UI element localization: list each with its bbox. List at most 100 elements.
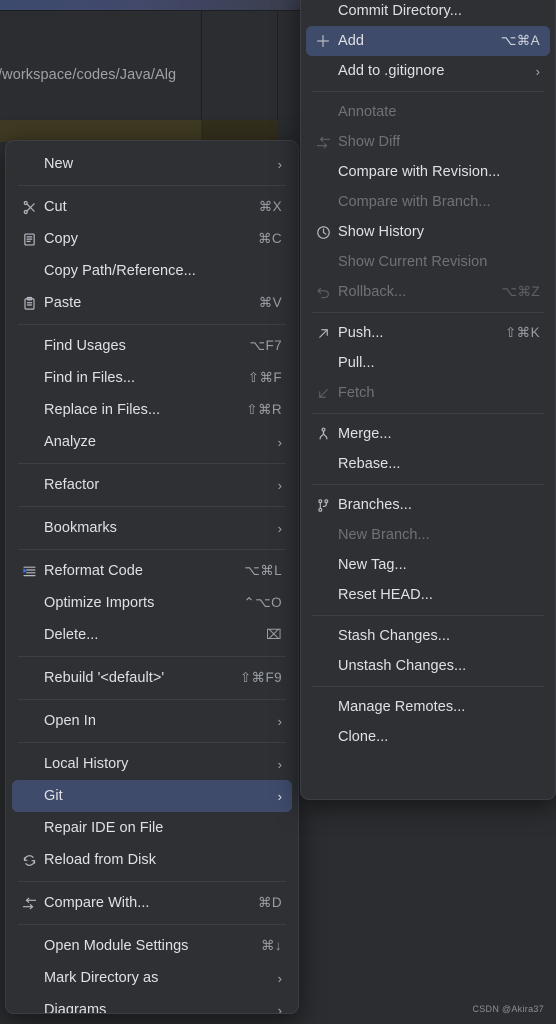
screen: /workspace/codes/Java/Alg CSDN @Akira37 … [0, 0, 556, 1024]
menu-separator [312, 413, 544, 414]
menu-item-label: Git [44, 788, 63, 804]
chevron-right-icon: › [277, 970, 282, 986]
no-icon [312, 2, 334, 20]
menu-item-open-module-settings[interactable]: Open Module Settings ⌘↓ [12, 930, 292, 962]
rollback-icon [312, 283, 334, 301]
menu-item-label: Find in Files... [44, 370, 136, 386]
no-icon [312, 728, 334, 746]
no-icon [18, 476, 40, 494]
menu-item-mark-directory-as[interactable]: Mark Directory as › [12, 962, 292, 994]
merge-icon [312, 425, 334, 443]
menu-item-local-history[interactable]: Local History › [12, 748, 292, 780]
menu-item-paste[interactable]: Paste ⌘V [12, 287, 292, 319]
menu-item-reformat-code[interactable]: Reformat Code ⌥⌘L [12, 555, 292, 587]
menu-item-compare-with[interactable]: Compare With... ⌘D [12, 887, 292, 919]
no-icon [312, 62, 334, 80]
menu-item-manage-remotes[interactable]: Manage Remotes... [306, 692, 550, 722]
menu-item-shortcut: ⌥F7 [249, 338, 282, 353]
menu-item-unstash-changes[interactable]: Unstash Changes... [306, 651, 550, 681]
menu-item-shortcut: ⇧⌘F9 [239, 670, 282, 685]
menu-item-branches[interactable]: Branches... [306, 490, 550, 520]
menu-item-analyze[interactable]: Analyze › [12, 426, 292, 458]
menu-item-refactor[interactable]: Refactor › [12, 469, 292, 501]
menu-item-replace-in-files[interactable]: Replace in Files... ⇧⌘R [12, 394, 292, 426]
menu-item-clone[interactable]: Clone... [306, 722, 550, 752]
menu-item-reload-from-disk[interactable]: Reload from Disk [12, 844, 292, 876]
chevron-right-icon: › [277, 756, 282, 772]
menu-item-label: Replace in Files... [44, 402, 161, 418]
menu-item-label: Find Usages [44, 338, 126, 354]
menu-item-cut[interactable]: Cut ⌘X [12, 191, 292, 223]
menu-item-open-in[interactable]: Open In › [12, 705, 292, 737]
git-submenu[interactable]: Commit Directory... Add ⌥⌘A Add to .gitigno… [300, 0, 556, 800]
menu-item-label: Commit Directory... [338, 3, 462, 19]
menu-item-bookmarks[interactable]: Bookmarks › [12, 512, 292, 544]
menu-item-delete[interactable]: Delete... ⌧ [12, 619, 292, 651]
menu-item-find-usages[interactable]: Find Usages ⌥F7 [12, 330, 292, 362]
no-icon [18, 519, 40, 537]
menu-item-label: Stash Changes... [338, 628, 451, 644]
menu-item-new-branch: New Branch... [306, 520, 550, 550]
menu-item-shortcut: ⌃⌥O [243, 595, 282, 610]
menu-item-compare-with-revision[interactable]: Compare with Revision... [306, 157, 550, 187]
no-icon [18, 626, 40, 644]
menu-item-pull[interactable]: Pull... [306, 348, 550, 378]
panel-divider-left [201, 10, 202, 120]
menu-item-push[interactable]: Push... ⇧⌘K [306, 318, 550, 348]
no-icon [18, 1001, 40, 1013]
menu-item-new-tag[interactable]: New Tag... [306, 550, 550, 580]
menu-separator [18, 881, 286, 882]
menu-item-optimize-imports[interactable]: Optimize Imports ⌃⌥O [12, 587, 292, 619]
menu-item-copy[interactable]: Copy ⌘C [12, 223, 292, 255]
menu-separator [312, 91, 544, 92]
menu-item-shortcut: ⌘D [257, 895, 282, 910]
plus-icon [312, 32, 334, 50]
menu-item-git[interactable]: Git › [12, 780, 292, 812]
menu-item-label: New [44, 156, 74, 172]
menu-item-label: Unstash Changes... [338, 658, 467, 674]
reformat-icon [18, 562, 40, 580]
menu-separator [312, 615, 544, 616]
scissors-icon [18, 198, 40, 216]
menu-item-label: Reformat Code [44, 563, 143, 579]
menu-item-diagrams[interactable]: Diagrams › [12, 994, 292, 1013]
menu-item-copy-path-reference[interactable]: Copy Path/Reference... [12, 255, 292, 287]
menu-item-compare-with-branch: Compare with Branch... [306, 187, 550, 217]
menu-item-show-history[interactable]: Show History [306, 217, 550, 247]
menu-item-add[interactable]: Add ⌥⌘A [306, 26, 550, 56]
no-icon [18, 669, 40, 687]
menu-item-stash-changes[interactable]: Stash Changes... [306, 621, 550, 651]
file-path-text: /workspace/codes/Java/Alg [0, 67, 177, 83]
menu-item-label: Reset HEAD... [338, 587, 433, 603]
selected-file-row-extension [201, 120, 277, 142]
menu-item-find-in-files[interactable]: Find in Files... ⇧⌘F [12, 362, 292, 394]
menu-item-label: Annotate [338, 104, 397, 120]
menu-item-label: Pull... [338, 355, 375, 371]
menu-item-label: Copy [44, 231, 79, 247]
menu-item-new[interactable]: New › [12, 148, 292, 180]
menu-item-label: Open In [44, 713, 96, 729]
menu-item-label: Compare with Branch... [338, 194, 491, 210]
menu-item-commit-directory[interactable]: Commit Directory... [306, 0, 550, 26]
menu-separator [18, 549, 286, 550]
menu-item-label: Optimize Imports [44, 595, 155, 611]
no-icon [18, 369, 40, 387]
no-icon [312, 556, 334, 574]
menu-item-label: Fetch [338, 385, 375, 401]
editor-context-menu[interactable]: New › Cut ⌘X Copy ⌘C Copy Path/Reference... Pas… [5, 140, 299, 1014]
no-icon [312, 627, 334, 645]
menu-item-repair-ide-on-file[interactable]: Repair IDE on File [12, 812, 292, 844]
menu-item-label: Clone... [338, 729, 389, 745]
menu-item-merge[interactable]: Merge... [306, 419, 550, 449]
menu-item-reset-head[interactable]: Reset HEAD... [306, 580, 550, 610]
menu-item-label: Manage Remotes... [338, 699, 466, 715]
push-icon [312, 324, 334, 342]
no-icon [312, 253, 334, 271]
no-icon [18, 969, 40, 987]
menu-item-rebuild-default[interactable]: Rebuild '<default>' ⇧⌘F9 [12, 662, 292, 694]
watermark: CSDN @Akira37 [472, 1004, 544, 1014]
menu-item-rebase[interactable]: Rebase... [306, 449, 550, 479]
menu-item-add-to-gitignore[interactable]: Add to .gitignore › [306, 56, 550, 86]
menu-item-label: Mark Directory as [44, 970, 159, 986]
menu-item-label: Cut [44, 199, 67, 215]
